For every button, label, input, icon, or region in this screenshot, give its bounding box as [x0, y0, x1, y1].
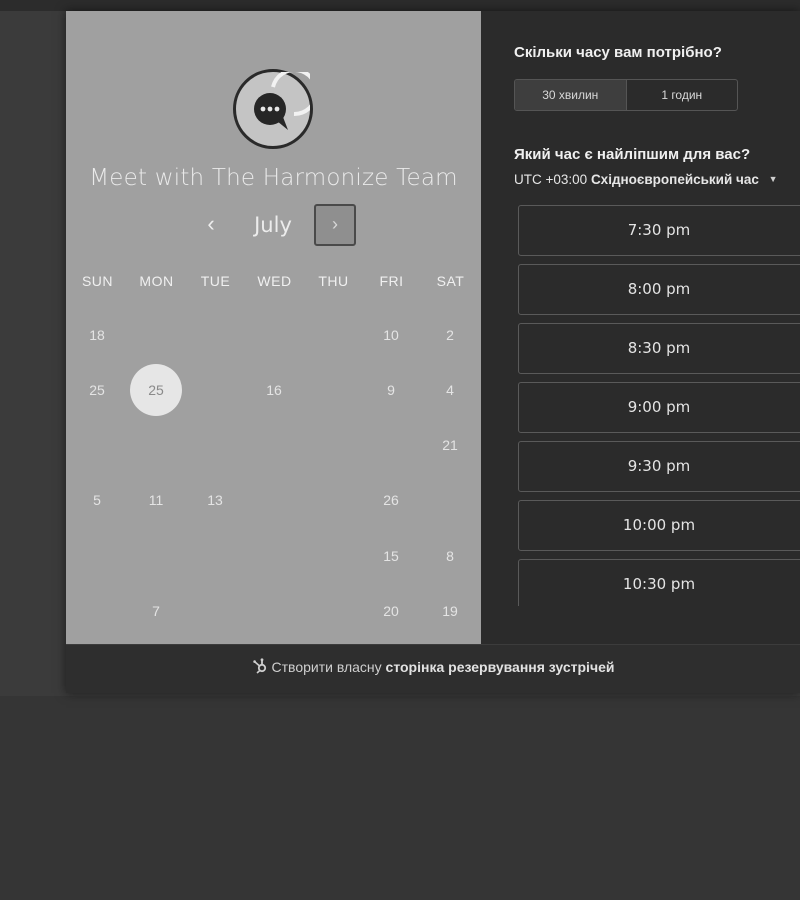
time-slot[interactable]: 10:00 pm: [518, 500, 800, 551]
calendar-day[interactable]: 4: [424, 364, 476, 416]
weekday-wed: WED: [257, 273, 292, 289]
create-booking-page-link[interactable]: сторінка резервування зустрічей: [386, 659, 615, 675]
footer-prefix: Створити власну: [271, 659, 382, 675]
booking-panel: Скільки часу вам потрібно? 30 хвилин 1 г…: [481, 11, 800, 644]
weekday-header: SUN MON TUE WED THU FRI SAT: [66, 273, 481, 293]
timezone-name: Східноєвропейський час: [590, 172, 759, 187]
calendar-day[interactable]: 25: [130, 364, 182, 416]
month-navigation: ‹ July ›: [66, 204, 481, 248]
weekday-fri: FRI: [379, 273, 404, 289]
weekday-sat: SAT: [436, 273, 465, 289]
time-slot[interactable]: 8:00 pm: [518, 264, 800, 315]
next-month-button[interactable]: ›: [314, 204, 356, 246]
caret-down-icon: ▼: [768, 174, 778, 184]
time-slot-list[interactable]: 7:30 pm 8:00 pm 8:30 pm 9:00 pm 9:30 pm …: [518, 205, 800, 606]
calendar-day[interactable]: 21: [424, 419, 476, 471]
calendar-day[interactable]: 10: [365, 309, 417, 361]
time-question: Який час є найліпшим для вас?: [514, 146, 751, 163]
weekday-tue: TUE: [200, 273, 231, 289]
page: Meet with The Harmonize Team ‹ July › SU…: [0, 0, 800, 900]
calendar-panel: Meet with The Harmonize Team ‹ July › SU…: [66, 11, 481, 644]
top-strip: [0, 0, 800, 11]
meetings-widget: Meet with The Harmonize Team ‹ July › SU…: [66, 11, 800, 693]
weekday-mon: MON: [139, 273, 174, 289]
calendar-day[interactable]: 20: [365, 585, 417, 637]
calendar-day[interactable]: 18: [71, 309, 123, 361]
calendar-day[interactable]: 25: [71, 364, 123, 416]
calendar-day[interactable]: 13: [189, 474, 241, 526]
duration-option-1-hour[interactable]: 1 годин: [627, 80, 738, 110]
time-slot[interactable]: 7:30 pm: [518, 205, 800, 256]
calendar-day[interactable]: 15: [365, 530, 417, 582]
organizer-title: Meet with The Harmonize Team: [89, 165, 458, 191]
month-label: July: [254, 213, 292, 237]
time-slot[interactable]: 9:30 pm: [518, 441, 800, 492]
duration-question: Скільки часу вам потрібно?: [514, 44, 722, 61]
chat-bubble-icon: [233, 69, 313, 149]
time-slot[interactable]: 9:00 pm: [518, 382, 800, 433]
duration-toggle: 30 хвилин 1 годин: [514, 79, 738, 111]
calendar-day[interactable]: 2: [424, 309, 476, 361]
calendar-day[interactable]: 5: [71, 474, 123, 526]
calendar-day[interactable]: 19: [424, 585, 476, 637]
weekday-sun: SUN: [81, 273, 114, 289]
duration-option-30-min[interactable]: 30 хвилин: [515, 80, 627, 110]
timezone-select[interactable]: UTC +03:00 Східноєвропейський час ▼: [514, 172, 778, 187]
calendar-day[interactable]: 16: [248, 364, 300, 416]
hubspot-sprocket-icon: [252, 647, 268, 674]
calendar-day[interactable]: 8: [424, 530, 476, 582]
footer-bar: Створити власну сторінка резервування зу…: [66, 644, 800, 693]
weekday-thu: THU: [318, 273, 349, 289]
prev-month-button[interactable]: ‹: [196, 204, 226, 246]
calendar-day[interactable]: 7: [130, 585, 182, 637]
time-slot[interactable]: 10:30 pm: [518, 559, 800, 606]
calendar-day[interactable]: 11: [130, 474, 182, 526]
time-slot[interactable]: 8:30 pm: [518, 323, 800, 374]
calendar-day[interactable]: 26: [365, 474, 417, 526]
timezone-offset: UTC +03:00: [514, 172, 588, 187]
calendar-day[interactable]: 9: [365, 364, 417, 416]
